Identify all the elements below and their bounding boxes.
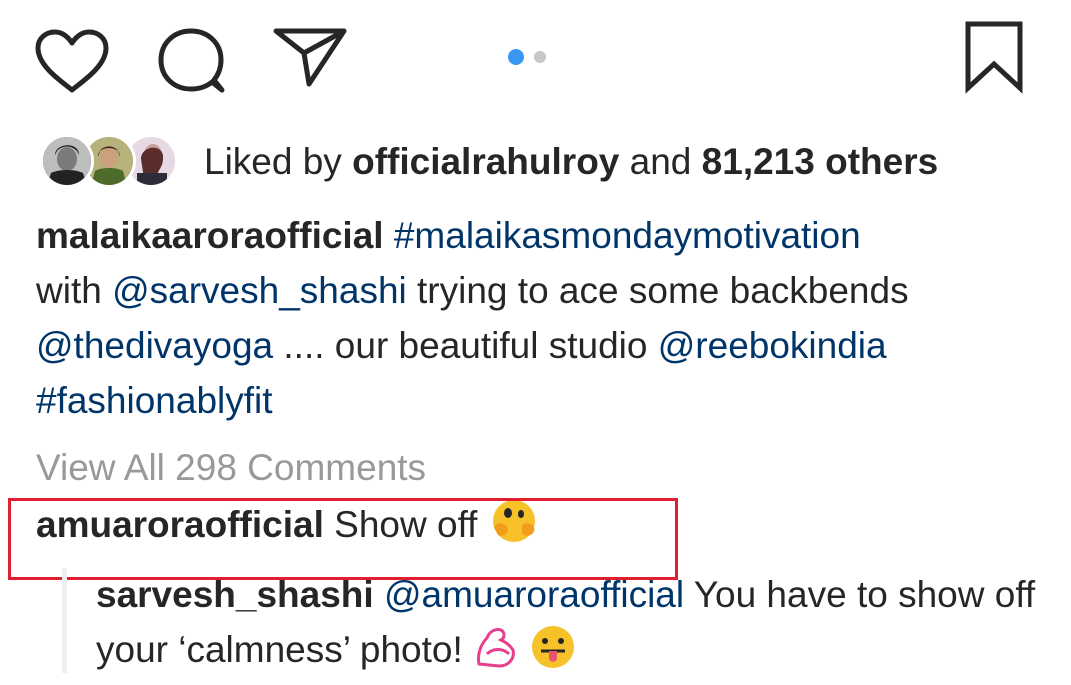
likes-count[interactable]: 81,213 others	[702, 141, 939, 182]
likes-conjunction: and	[629, 141, 692, 182]
caption-mention[interactable]: @sarvesh_shashi	[112, 270, 407, 311]
flexed-biceps-emoji	[473, 624, 519, 685]
reply-mention[interactable]: @amuaroraofficial	[384, 574, 684, 615]
carousel-indicator	[508, 49, 546, 65]
reply-author[interactable]: sarvesh_shashi	[96, 574, 374, 615]
bookmark-outline-icon	[965, 21, 1023, 94]
share-button[interactable]	[272, 26, 348, 88]
speech-bubble-icon	[158, 28, 225, 93]
carousel-dot	[534, 51, 546, 63]
caption-mention[interactable]: @reebokindia	[658, 325, 887, 366]
save-button[interactable]	[962, 20, 1026, 94]
post-caption: malaikaaroraofficial #malaikasmondaymoti…	[36, 208, 1046, 428]
liker-username[interactable]: officialrahulroy	[352, 141, 619, 182]
comment-button[interactable]	[156, 26, 228, 96]
caption-mention[interactable]: @thedivayoga	[36, 325, 273, 366]
view-all-comments-link[interactable]: View All 298 Comments	[36, 440, 426, 495]
like-button[interactable]	[34, 28, 110, 94]
reply-thread-line	[62, 568, 67, 673]
caption-hashtag[interactable]: #fashionablyfit	[36, 380, 273, 421]
heart-outline-icon	[35, 29, 109, 93]
paper-plane-icon	[273, 28, 347, 87]
caption-author[interactable]: malaikaaroraofficial	[36, 215, 384, 256]
avatar[interactable]	[40, 134, 94, 188]
caption-text: trying to ace some backbends	[417, 270, 909, 311]
caption-text: with	[36, 270, 102, 311]
likes-prefix: Liked by	[204, 141, 342, 182]
caption-hashtag[interactable]: #malaikasmondaymotivation	[394, 215, 861, 256]
tongue-out-face-emoji	[529, 624, 577, 685]
post-action-bar	[0, 0, 1071, 120]
carousel-dot-active	[508, 49, 524, 65]
reply-comment: sarvesh_shashi @amuaroraofficial You hav…	[96, 567, 1056, 685]
likes-row[interactable]: Liked by officialrahulroy and 81,213 oth…	[40, 132, 938, 192]
caption-text: .... our beautiful studio	[283, 325, 648, 366]
likes-summary[interactable]: Liked by officialrahulroy and 81,213 oth…	[204, 141, 938, 183]
liker-avatars[interactable]	[40, 132, 180, 192]
